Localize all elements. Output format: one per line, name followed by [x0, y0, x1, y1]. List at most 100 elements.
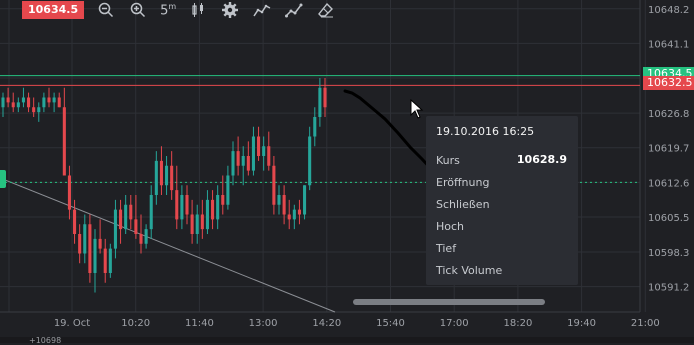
tooltip-label-open: Eröffnung [436, 176, 490, 189]
candle-body [216, 195, 220, 220]
candle-body [119, 209, 123, 230]
x-tick-label: 11:40 [185, 318, 214, 329]
candle-body [113, 209, 117, 249]
candle-body [165, 165, 169, 186]
candle-body [98, 238, 102, 249]
y-tick-label: 10612.6 [648, 178, 689, 189]
candle-body [52, 97, 56, 103]
candle-body [236, 151, 240, 166]
tooltip-label-low: Tief [436, 242, 457, 255]
candle-body [180, 195, 184, 220]
y-tick-label: 10591.2 [648, 283, 689, 294]
candle-body [37, 107, 41, 113]
x-tick-label: 18:20 [503, 318, 532, 329]
candle-body [195, 214, 199, 234]
candle-body [221, 195, 225, 205]
candle-tooltip: 19.10.2016 16:25 Kurs 10628.9 Eröffnung … [426, 116, 578, 285]
candle-body [139, 234, 143, 244]
candle-body [93, 238, 97, 273]
y-tick-label: 10619.7 [648, 144, 689, 155]
left-price-marker [0, 170, 6, 188]
tooltip-label-kurs: Kurs [436, 154, 460, 167]
x-tick-label: 10:20 [121, 318, 150, 329]
y-tick-label: 10626.8 [648, 109, 689, 120]
candle-body [27, 97, 31, 108]
candle-body [267, 146, 271, 166]
candle-body [1, 97, 5, 108]
candle-body [287, 214, 291, 220]
tooltip-value-kurs: 10628.9 [516, 153, 567, 166]
candle-body [21, 97, 25, 103]
drawing-tools-icon[interactable] [284, 0, 304, 20]
x-tick-label: 21:00 [631, 318, 660, 329]
eraser-icon[interactable] [316, 0, 336, 20]
tooltip-label-high: Hoch [436, 220, 465, 233]
candle-body [262, 146, 266, 156]
candle-body [282, 195, 286, 215]
candle-body [185, 195, 189, 215]
price-chart[interactable]: 10648.210641.110634.010626.810619.710612… [0, 0, 694, 343]
y-tick-label: 10641.1 [648, 39, 689, 50]
x-tick-label: 19. Oct [54, 318, 90, 329]
candle-body [303, 185, 307, 215]
candle-body [88, 224, 92, 273]
candle-body [277, 195, 281, 205]
chart-toolbar: 10634.5 5m [0, 0, 336, 20]
candle-body [257, 136, 261, 156]
current-price-badge: 10634.5 [22, 1, 85, 19]
candle-body [272, 165, 276, 205]
mouse-cursor-icon [410, 99, 424, 119]
candle-body [83, 224, 87, 254]
x-tick-label: 15:40 [376, 318, 405, 329]
candle-body [32, 107, 36, 113]
indicators-icon[interactable] [252, 0, 272, 20]
candle-body [190, 214, 194, 234]
candle-type-icon[interactable] [188, 0, 208, 20]
candle-body [11, 102, 15, 108]
candle-body [16, 102, 20, 108]
timeframe-unit: m [168, 1, 177, 11]
candle-body [144, 229, 148, 244]
tooltip-datetime: 19.10.2016 16:25 [436, 125, 535, 138]
candle-body [129, 204, 133, 220]
candle-body [154, 160, 158, 195]
y-tick-label: 10598.3 [648, 248, 689, 259]
candle-body [200, 214, 204, 230]
price-tag-red: 10632.5 [643, 76, 694, 90]
timeframe-selector[interactable]: 5m [160, 2, 176, 18]
candle-body [78, 234, 82, 254]
candle-body [170, 165, 174, 191]
candle-body [159, 160, 163, 186]
candle-body [57, 97, 61, 108]
settings-icon[interactable] [220, 0, 240, 20]
candle-body [211, 199, 215, 220]
candle-body [292, 209, 296, 220]
bottom-partial-text: +10698 [29, 336, 62, 345]
candle-body [251, 136, 255, 171]
candle-body [6, 97, 10, 103]
candle-body [108, 248, 112, 273]
candle-body [205, 199, 209, 230]
candle-body [124, 204, 128, 230]
candle-body [103, 248, 107, 273]
candle-body [226, 175, 230, 205]
tooltip-label-close: Schließen [436, 198, 490, 211]
candle-body [308, 136, 312, 186]
candle-body [62, 107, 66, 176]
candle-body [42, 97, 46, 108]
candle-body [297, 209, 301, 215]
horizontal-scrollbar[interactable] [353, 299, 545, 305]
zoom-out-icon[interactable] [96, 0, 116, 20]
candle-body [231, 151, 235, 176]
candle-body [323, 87, 327, 108]
candle-body [134, 219, 138, 234]
candle-body [246, 156, 250, 171]
candle-body [149, 195, 153, 230]
candle-body [313, 117, 317, 137]
candle-body [241, 156, 245, 166]
x-tick-label: 13:00 [249, 318, 278, 329]
candle-body [67, 175, 71, 210]
zoom-in-icon[interactable] [128, 0, 148, 20]
y-tick-label: 10605.5 [648, 213, 689, 224]
candle-body [318, 87, 322, 117]
